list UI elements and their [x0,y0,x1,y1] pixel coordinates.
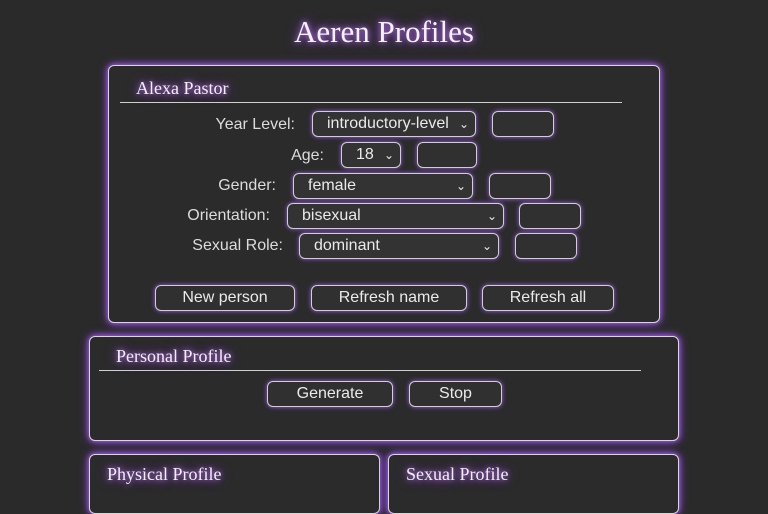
personal-profile-panel: Personal Profile Generate Stop [89,336,679,441]
age-label: Age: [291,147,324,164]
age-value: 18 [356,146,374,163]
gender-label: Gender: [218,177,276,194]
randomize-year-level-button[interactable] [492,111,554,137]
year-level-value: introductory-level [327,115,449,132]
randomize-gender-button[interactable] [489,173,551,199]
app-title: Aeren Profiles [294,14,474,49]
gender-select[interactable]: female ⌄ [293,173,473,199]
chevron-down-icon: ⌄ [481,239,492,253]
gender-value: female [308,177,357,194]
sexual-role-label: Sexual Role: [192,237,283,254]
person-panel: Alexa Pastor Year Level: introductory-le… [108,65,660,323]
randomize-sexual-role-button[interactable] [515,233,577,259]
orientation-value: bisexual [302,207,361,224]
physical-profile-panel: Physical Profile [89,454,380,514]
year-level-label: Year Level: [215,116,295,133]
personal-profile-title: Personal Profile [116,346,232,366]
chevron-down-icon: ⌄ [486,209,497,223]
panel-divider [99,370,641,371]
sexual-profile-title: Sexual Profile [406,464,509,484]
generate-button[interactable]: Generate [267,381,393,407]
physical-profile-title: Physical Profile [107,464,222,484]
randomize-orientation-button[interactable] [519,203,581,229]
sexual-profile-panel: Sexual Profile [388,454,679,514]
chevron-down-icon: ⌄ [458,117,469,131]
chevron-down-icon: ⌄ [383,148,394,162]
orientation-select[interactable]: bisexual ⌄ [287,203,504,229]
panel-divider [120,102,622,103]
orientation-label: Orientation: [187,207,270,224]
sexual-role-value: dominant [314,237,380,254]
chevron-down-icon: ⌄ [455,179,466,193]
refresh-all-button[interactable]: Refresh all [482,285,614,311]
new-person-button[interactable]: New person [155,285,295,311]
person-name: Alexa Pastor [136,78,229,98]
randomize-age-button[interactable] [417,142,477,168]
year-level-select[interactable]: introductory-level ⌄ [312,111,476,137]
refresh-name-button[interactable]: Refresh name [311,285,467,311]
stop-button[interactable]: Stop [409,381,502,407]
sexual-role-select[interactable]: dominant ⌄ [299,233,499,259]
age-select[interactable]: 18 ⌄ [341,142,401,168]
